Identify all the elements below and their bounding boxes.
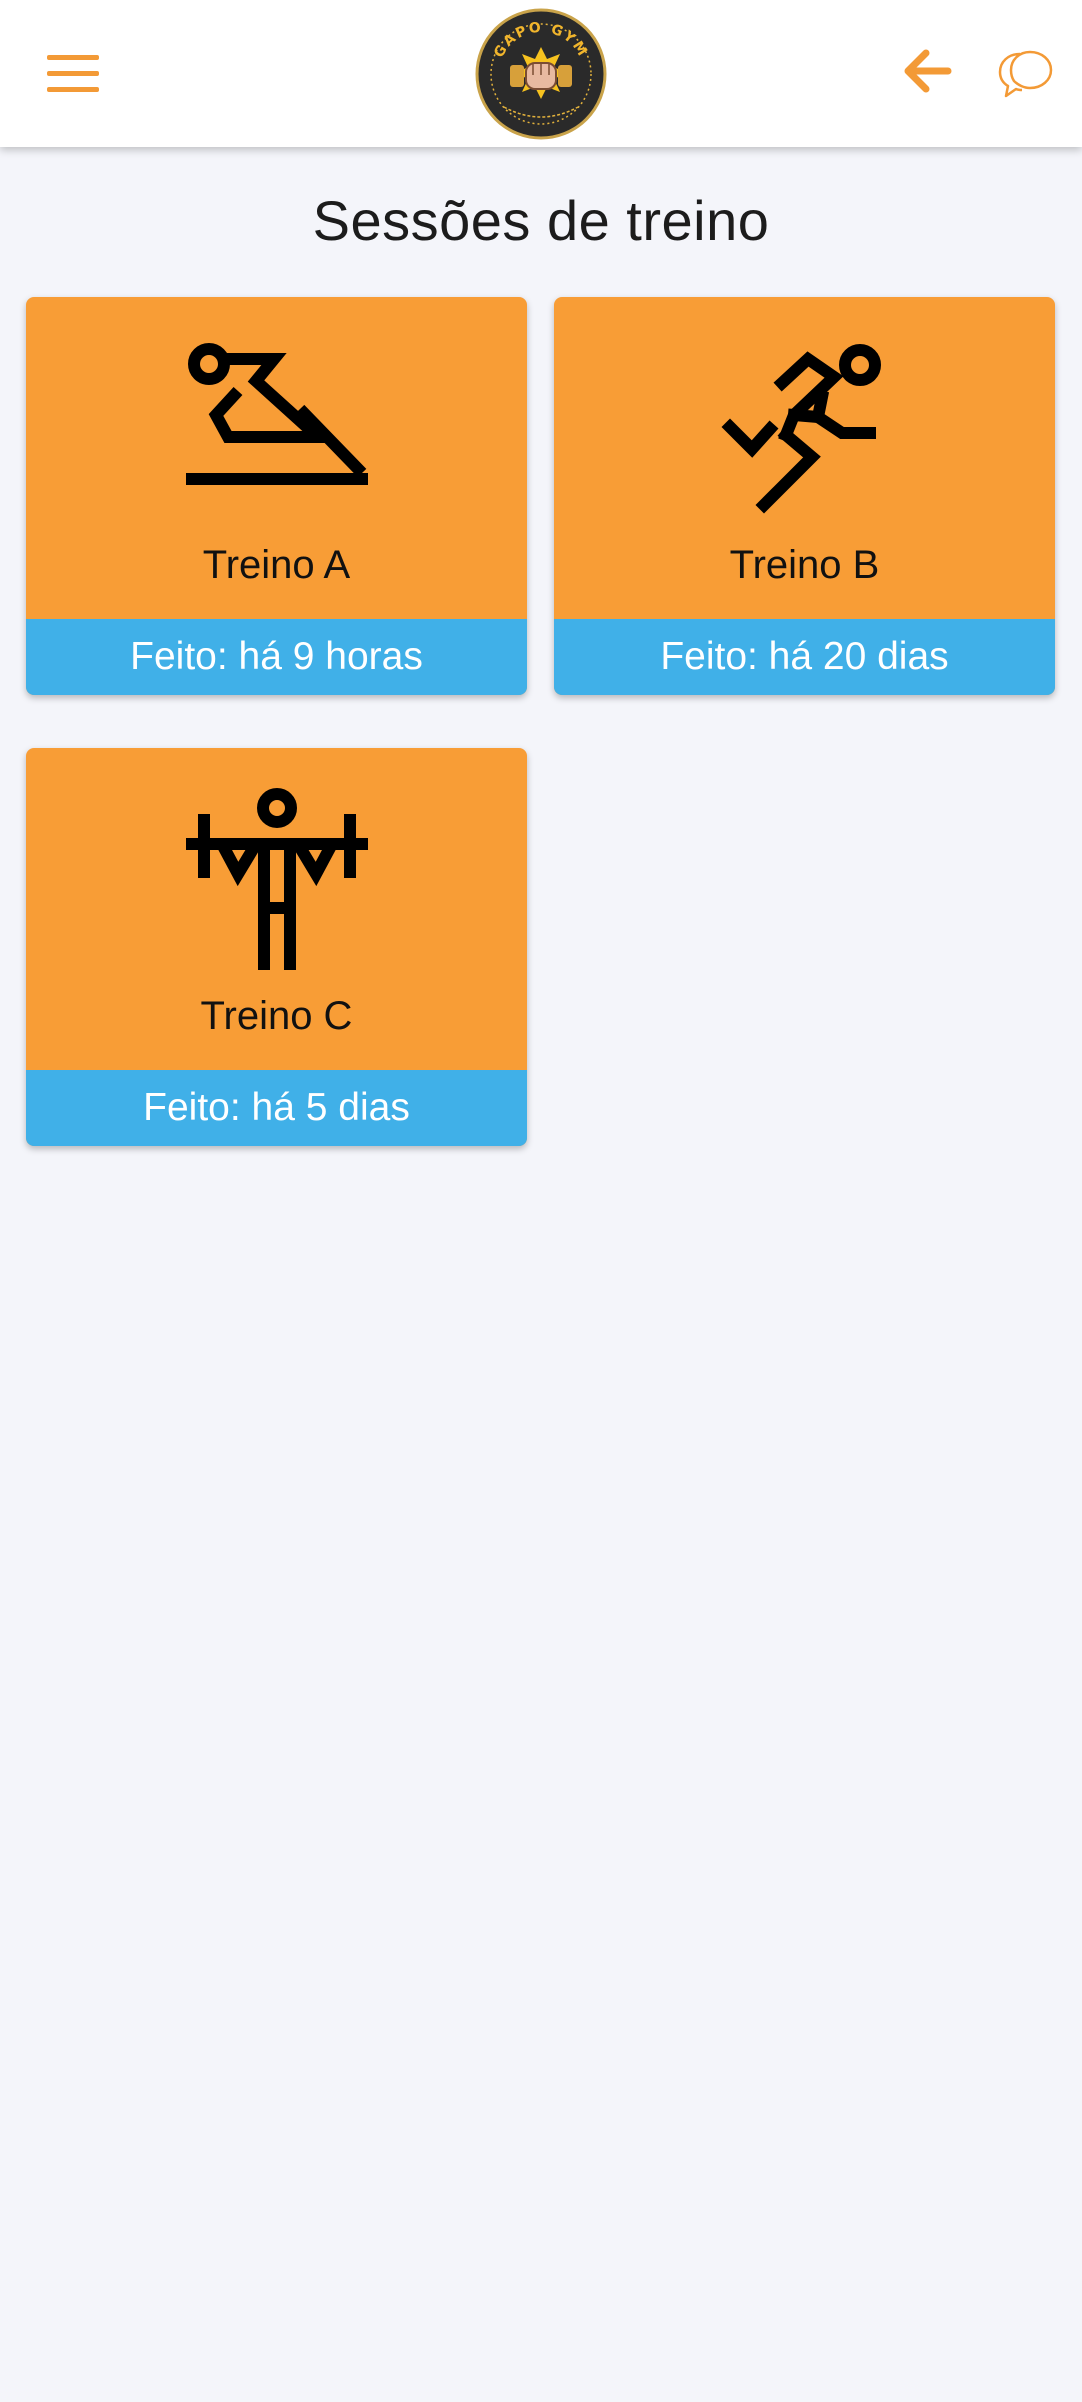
- session-card-treino-b[interactable]: Treino B Feito: há 20 dias: [554, 297, 1055, 695]
- session-status: Feito: há 20 dias: [554, 619, 1055, 695]
- chat-bubbles-icon: [998, 50, 1053, 98]
- menu-button[interactable]: [34, 40, 112, 108]
- session-card-treino-a[interactable]: Treino A Feito: há 9 horas: [26, 297, 527, 695]
- gym-logo-icon: GAPO GYM: [475, 8, 607, 140]
- session-status: Feito: há 9 horas: [26, 619, 527, 695]
- arrow-left-icon: [904, 49, 952, 93]
- page-title: Sessões de treino: [312, 189, 770, 252]
- running-icon: [721, 344, 881, 514]
- session-name: Treino C: [200, 994, 353, 1038]
- weightlifting-icon: [185, 788, 368, 970]
- chat-button[interactable]: [990, 40, 1060, 110]
- session-card-treino-c[interactable]: Treino C Feito: há 5 dias: [26, 748, 527, 1146]
- app-bar: GAPO GYM: [0, 0, 1082, 147]
- stretching-icon: [185, 343, 368, 485]
- back-button[interactable]: [893, 36, 963, 106]
- session-name: Treino B: [729, 543, 880, 587]
- session-status: Feito: há 5 dias: [26, 1070, 527, 1146]
- session-name: Treino A: [202, 543, 351, 587]
- hamburger-menu-icon: [47, 55, 99, 92]
- gym-logo[interactable]: GAPO GYM: [474, 7, 608, 141]
